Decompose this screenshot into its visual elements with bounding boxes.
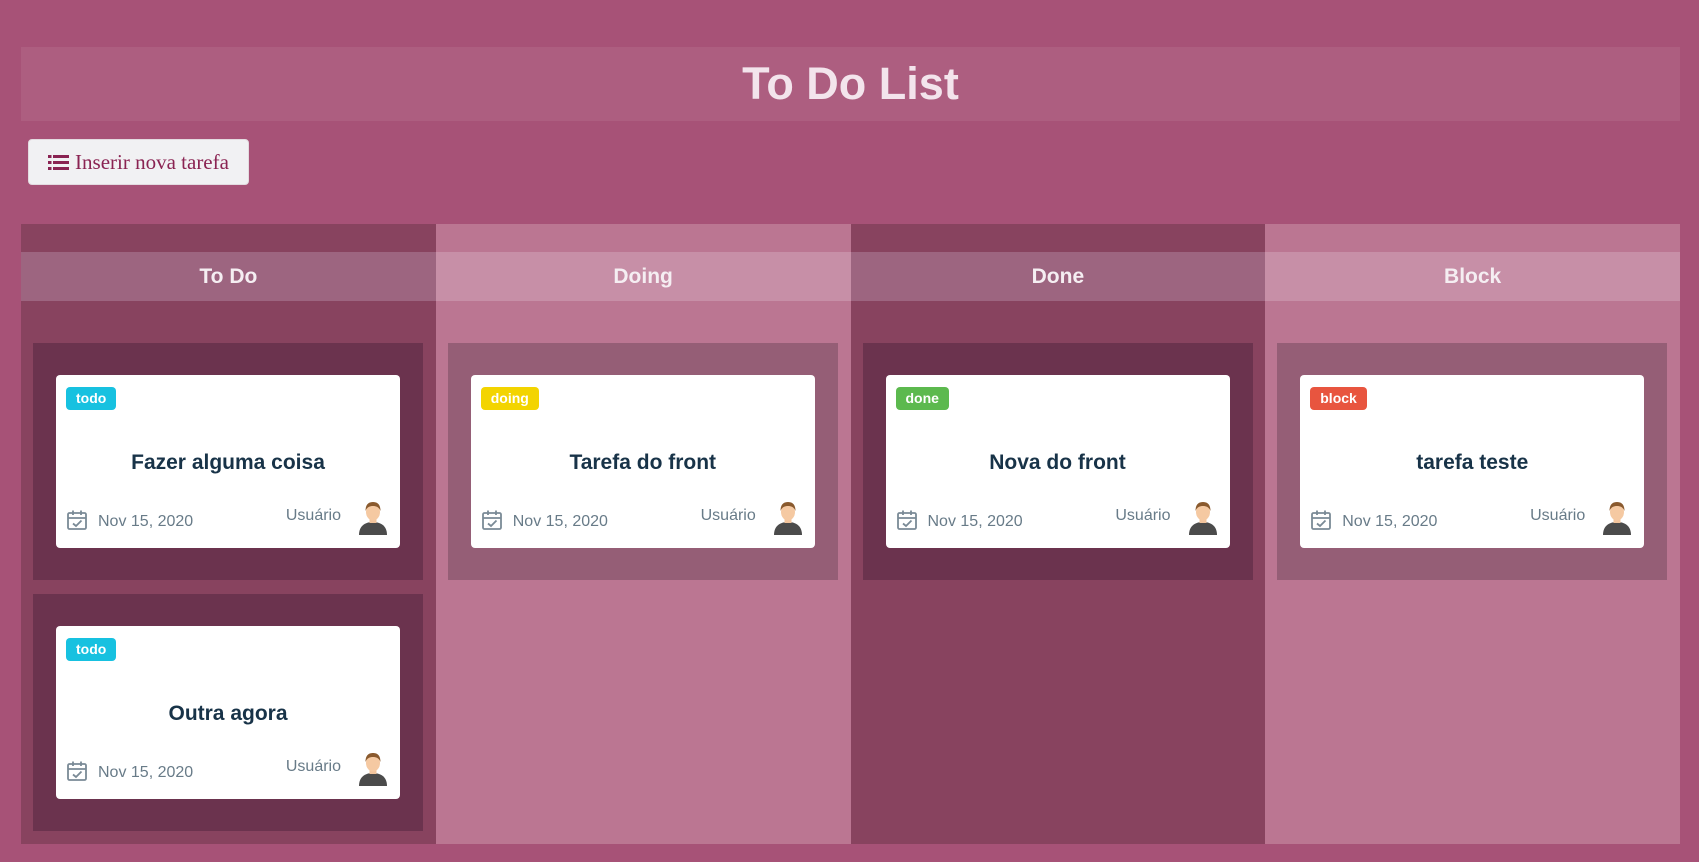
status-badge: done [895,387,949,410]
column-done: Done done Nova do front Nov 15, 2020 Usu… [850,224,1266,844]
user-avatar-icon [1603,502,1632,535]
task-card[interactable]: doing Tarefa do front Nov 15, 2020 Usuár… [470,375,815,548]
add-task-label: Inserir nova tarefa [75,149,229,174]
task-date: Nov 15, 2020 [927,513,1023,530]
task-card[interactable]: todo Outra agora Nov 15, 2020 Usuário [56,626,400,799]
user-avatar-icon [1188,502,1217,535]
calendar-check-icon [67,761,87,781]
column-header-todo: To Do [21,252,436,301]
list-icon [48,154,70,170]
card-container: todo Fazer alguma coisa Nov 15, 2020 Usu… [33,343,423,580]
task-title: Tarefa do front [569,451,717,474]
task-date: Nov 15, 2020 [512,513,608,530]
task-user: Usuário [1530,507,1586,524]
column-block: Block block tarefa teste Nov 15, 2020 Us… [1265,224,1680,844]
column-doing: Doing doing Tarefa do front Nov 15, 2020… [435,224,851,844]
calendar-check-icon [481,510,502,530]
column-todo: To Do todo Fazer alguma coisa Nov 15, 20… [21,224,436,844]
task-date: Nov 15, 2020 [98,513,194,530]
column-header-doing: Doing [435,252,851,301]
task-title: Nova do front [989,451,1126,474]
task-card[interactable]: done Nova do front Nov 15, 2020 Usuário [885,375,1230,548]
column-header-done: Done [850,252,1266,301]
column-header-block: Block [1265,252,1680,301]
page-title: To Do List [742,58,959,109]
task-user: Usuário [1115,507,1171,524]
status-badge: todo [66,638,117,661]
calendar-check-icon [1311,510,1332,530]
card-container: todo Outra agora Nov 15, 2020 Usuário [33,594,423,831]
user-avatar-icon [359,753,387,786]
task-user: Usuário [700,507,756,524]
card-container: block tarefa teste Nov 15, 2020 Usuário [1277,343,1668,580]
task-card[interactable]: block tarefa teste Nov 15, 2020 Usuário [1300,375,1645,548]
user-avatar-icon [359,502,387,535]
kanban-board: To Do todo Fazer alguma coisa Nov 15, 20… [21,224,1680,844]
calendar-check-icon [67,510,87,530]
task-user: Usuário [285,507,341,524]
card-container: done Nova do front Nov 15, 2020 Usuário [862,343,1253,580]
calendar-check-icon [896,510,917,530]
task-date: Nov 15, 2020 [1342,513,1438,530]
user-avatar-icon [773,502,802,535]
task-date: Nov 15, 2020 [98,764,194,781]
status-badge: todo [66,387,117,410]
task-user: Usuário [285,758,341,775]
task-title: tarefa teste [1416,451,1529,474]
task-title: Outra agora [168,702,288,725]
card-container: doing Tarefa do front Nov 15, 2020 Usuár… [447,343,838,580]
add-task-button[interactable]: Inserir nova tarefa [28,139,249,185]
status-badge: doing [480,387,539,410]
task-card[interactable]: todo Fazer alguma coisa Nov 15, 2020 Usu… [56,375,400,548]
status-badge: block [1310,387,1367,410]
page-header: To Do List [21,47,1680,121]
task-title: Fazer alguma coisa [131,451,325,474]
